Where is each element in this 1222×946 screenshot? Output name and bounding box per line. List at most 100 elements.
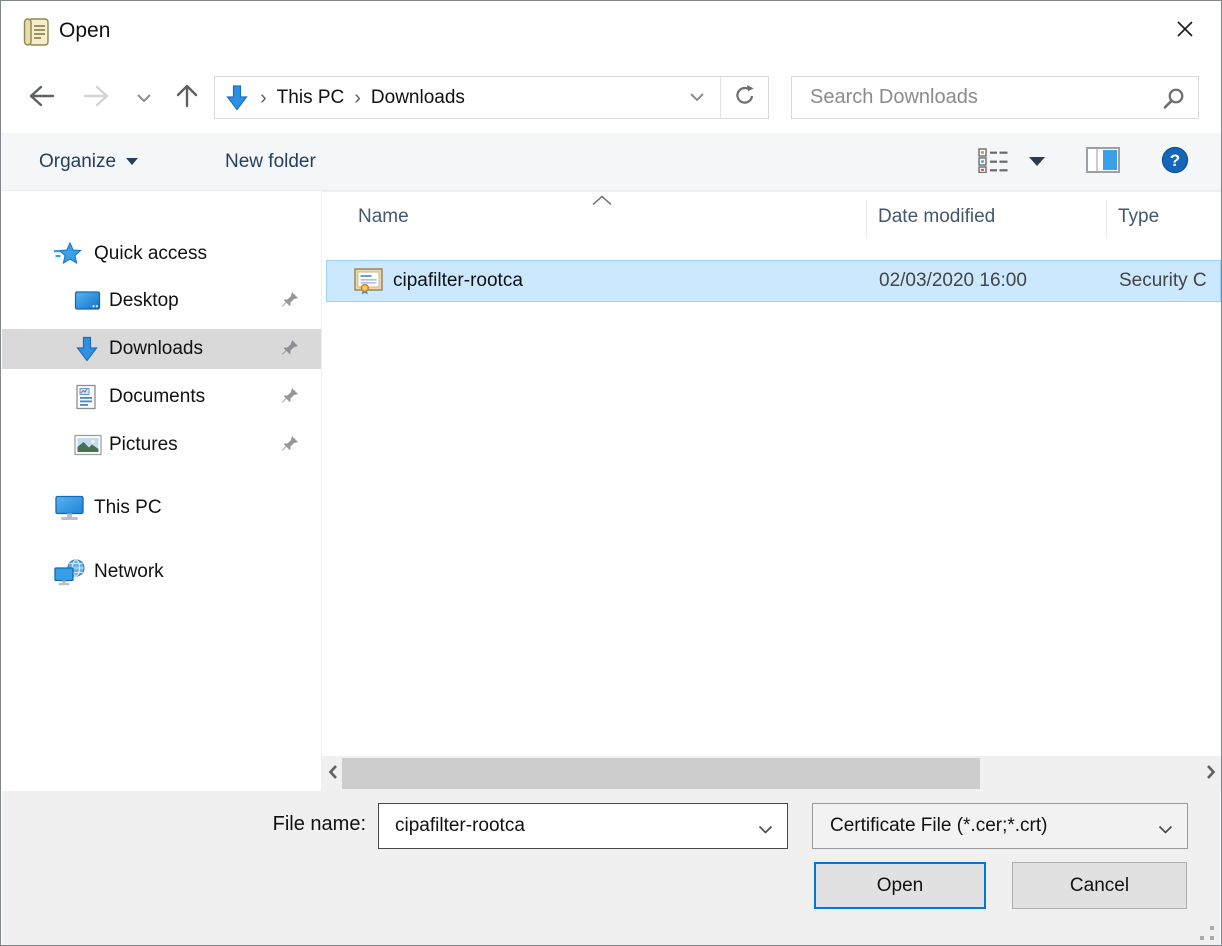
refresh-icon [733, 84, 757, 111]
open-button[interactable]: Open [814, 862, 986, 909]
file-type-value: Certificate File (*.cer;*.crt) [830, 815, 1047, 837]
sidebar-item-this-pc[interactable]: This PC [2, 488, 321, 528]
forward-arrow-icon [78, 78, 116, 117]
horizontal-scrollbar[interactable] [322, 756, 1221, 791]
up-button[interactable] [167, 77, 207, 117]
recent-locations-button[interactable] [129, 87, 159, 109]
file-name: cipafilter-rootca [393, 270, 523, 292]
forward-button[interactable] [77, 77, 117, 117]
file-row-selected[interactable]: cipafilter-rootca 02/03/2020 16:00 Secur… [326, 260, 1221, 302]
search-input[interactable] [810, 77, 1140, 118]
sidebar-item-network[interactable]: Network [2, 552, 321, 592]
chevron-down-icon [1158, 822, 1173, 840]
address-dropdown-button[interactable] [674, 77, 720, 118]
column-header-date-modified[interactable]: Date modified [878, 206, 995, 228]
window-title: Open [59, 19, 110, 43]
breadcrumb-chevron-icon: › [250, 78, 277, 118]
chevron-down-icon[interactable] [758, 822, 773, 840]
file-type: Security C [1119, 270, 1207, 292]
refresh-button[interactable] [721, 77, 768, 118]
new-folder-label: New folder [225, 151, 316, 173]
pin-icon [281, 339, 299, 362]
sidebar-item-label: Network [94, 561, 164, 583]
sidebar-item-downloads[interactable]: Downloads [2, 329, 321, 369]
scroll-right-button[interactable] [1202, 756, 1219, 791]
search-icon [1162, 87, 1185, 115]
sidebar-item-desktop[interactable]: Desktop [2, 281, 321, 321]
up-arrow-icon [169, 78, 205, 117]
chevron-down-icon [1029, 157, 1045, 166]
network-icon [54, 558, 86, 586]
close-icon [1175, 19, 1195, 42]
change-view-button[interactable] [969, 133, 1017, 190]
file-name-input[interactable] [395, 805, 745, 847]
sidebar-item-label: Downloads [109, 338, 203, 360]
sort-ascending-icon [590, 193, 614, 211]
sidebar-item-quick-access[interactable]: Quick access [2, 234, 321, 274]
preview-pane-button[interactable] [1079, 133, 1127, 190]
pictures-icon [74, 434, 102, 456]
view-options-dropdown[interactable] [1019, 133, 1055, 190]
chevron-left-icon [328, 764, 338, 783]
column-divider[interactable] [866, 200, 867, 238]
scrollbar-thumb[interactable] [342, 758, 980, 789]
navigation-pane: Quick access Desktop [2, 191, 321, 791]
help-button[interactable]: ? [1151, 133, 1199, 190]
chevron-right-icon [1206, 764, 1216, 783]
downloads-icon [74, 336, 100, 362]
sidebar-item-label: This PC [94, 497, 162, 519]
file-type-dropdown[interactable]: Certificate File (*.cer;*.crt) [812, 803, 1188, 849]
back-arrow-icon [22, 78, 60, 117]
resize-grip[interactable] [1200, 926, 1214, 940]
navigation-bar: › This PC › Downloads [1, 63, 1221, 133]
pin-icon [281, 435, 299, 458]
close-button[interactable] [1161, 7, 1209, 53]
help-icon: ? [1161, 146, 1189, 177]
scroll-document-icon [21, 16, 51, 53]
open-button-label: Open [877, 875, 923, 897]
chevron-down-icon [136, 91, 152, 106]
title-bar: Open [1, 1, 1221, 63]
cancel-button[interactable]: Cancel [1012, 862, 1187, 909]
column-divider[interactable] [1106, 200, 1107, 238]
dialog-footer: File name: Certificate File (*.cer;*.crt… [2, 791, 1220, 946]
sidebar-item-pictures[interactable]: Pictures [2, 425, 321, 465]
address-bar[interactable]: › This PC › Downloads [214, 76, 769, 119]
desktop-icon [74, 290, 102, 312]
this-pc-icon [54, 494, 86, 522]
details-view-icon [977, 147, 1009, 176]
chevron-down-icon [689, 90, 705, 105]
file-date-modified: 02/03/2020 16:00 [879, 270, 1027, 292]
back-button[interactable] [21, 77, 61, 117]
cancel-button-label: Cancel [1070, 875, 1129, 897]
command-toolbar: Organize New folder [1, 133, 1221, 191]
breadcrumb-chevron-icon: › [344, 78, 371, 118]
documents-icon [74, 384, 98, 410]
column-header-type[interactable]: Type [1118, 206, 1159, 228]
organize-label: Organize [39, 151, 116, 173]
sidebar-item-label: Quick access [94, 243, 207, 265]
column-header-name[interactable]: Name [358, 206, 409, 228]
scroll-left-button[interactable] [324, 756, 341, 791]
pin-icon [281, 291, 299, 314]
breadcrumb-this-pc[interactable]: This PC [277, 87, 345, 109]
new-folder-button[interactable]: New folder [225, 133, 316, 190]
file-name-label: File name: [2, 813, 366, 836]
file-name-combobox [378, 803, 788, 849]
pin-icon [281, 387, 299, 410]
sidebar-item-label: Desktop [109, 290, 179, 312]
breadcrumb-downloads[interactable]: Downloads [371, 87, 465, 109]
sidebar-item-label: Pictures [109, 434, 178, 456]
search-box [791, 76, 1199, 119]
sidebar-item-documents[interactable]: Documents [2, 377, 321, 417]
quick-access-icon [54, 241, 82, 267]
sidebar-item-label: Documents [109, 386, 205, 408]
preview-pane-icon [1086, 147, 1120, 176]
downloads-folder-icon [224, 84, 250, 112]
organize-button[interactable]: Organize [39, 133, 138, 190]
chevron-down-icon [126, 158, 138, 165]
svg-text:?: ? [1170, 151, 1180, 170]
open-dialog-window: Open [0, 0, 1222, 946]
certificate-icon [354, 268, 384, 300]
file-list: Name Date modified Type cipafilter-rootc… [322, 191, 1221, 756]
